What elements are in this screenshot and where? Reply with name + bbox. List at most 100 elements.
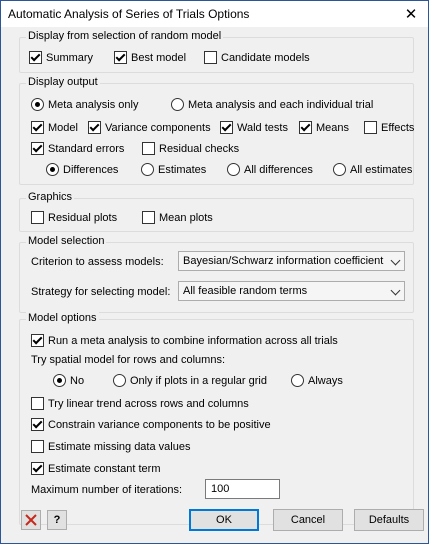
differences-radio[interactable]: Differences bbox=[46, 163, 118, 176]
estimate-constant-checkbox-box[interactable] bbox=[31, 462, 44, 475]
criterion-dropdown[interactable]: Bayesian/Schwarz information coefficient bbox=[178, 251, 405, 271]
wald-tests-label: Wald tests bbox=[237, 121, 288, 134]
max-iterations-label: Maximum number of iterations: bbox=[31, 484, 182, 496]
strategy-label: Strategy for selecting model: bbox=[31, 286, 171, 298]
linear-trend-label: Try linear trend across rows and columns bbox=[48, 397, 249, 410]
help-icon: ? bbox=[53, 514, 61, 526]
means-label: Means bbox=[316, 121, 350, 134]
defaults-button[interactable]: Defaults bbox=[354, 509, 424, 531]
group-title-model-selection: Model selection bbox=[26, 235, 107, 247]
cancel-icon-button[interactable] bbox=[21, 510, 41, 530]
variance-components-checkbox[interactable]: Variance components bbox=[88, 121, 211, 134]
residual-plots-checkbox[interactable]: Residual plots bbox=[31, 211, 117, 224]
differences-radio-dot[interactable] bbox=[46, 163, 59, 176]
residual-plots-checkbox-box[interactable] bbox=[31, 211, 44, 224]
meta-only-radio[interactable]: Meta analysis only bbox=[31, 98, 139, 111]
mean-plots-checkbox-box[interactable] bbox=[142, 211, 155, 224]
constrain-variance-label: Constrain variance components to be posi… bbox=[48, 418, 271, 431]
residual-checks-checkbox-box[interactable] bbox=[142, 142, 155, 155]
standard-errors-label: Standard errors bbox=[48, 142, 125, 155]
residual-checks-checkbox[interactable]: Residual checks bbox=[142, 142, 239, 155]
summary-checkbox[interactable]: Summary bbox=[29, 51, 93, 64]
group-title-display-random: Display from selection of random model bbox=[26, 30, 224, 42]
meta-each-radio-dot[interactable] bbox=[171, 98, 184, 111]
all-estimates-label: All estimates bbox=[350, 163, 413, 176]
best-model-checkbox[interactable]: Best model bbox=[114, 51, 186, 64]
spatial-always-radio[interactable]: Always bbox=[291, 374, 343, 387]
residual-plots-label: Residual plots bbox=[48, 211, 118, 224]
chevron-down-icon bbox=[390, 255, 401, 266]
meta-each-radio[interactable]: Meta analysis and each individual trial bbox=[171, 98, 373, 111]
run-meta-checkbox-box[interactable] bbox=[31, 334, 44, 347]
window-title: Automatic Analysis of Series of Trials O… bbox=[8, 7, 250, 21]
constrain-variance-checkbox[interactable]: Constrain variance components to be posi… bbox=[31, 418, 271, 431]
mean-plots-label: Mean plots bbox=[159, 211, 213, 224]
model-checkbox-box[interactable] bbox=[31, 121, 44, 134]
constrain-variance-checkbox-box[interactable] bbox=[31, 418, 44, 431]
close-icon[interactable]: ✕ bbox=[394, 1, 428, 27]
all-estimates-radio[interactable]: All estimates bbox=[333, 163, 412, 176]
meta-only-label: Meta analysis only bbox=[48, 98, 139, 111]
spatial-no-radio[interactable]: No bbox=[53, 374, 84, 387]
summary-label: Summary bbox=[46, 51, 94, 64]
wald-tests-checkbox-box[interactable] bbox=[220, 121, 233, 134]
mean-plots-checkbox[interactable]: Mean plots bbox=[142, 211, 213, 224]
standard-errors-checkbox-box[interactable] bbox=[31, 142, 44, 155]
title-bar: Automatic Analysis of Series of Trials O… bbox=[1, 1, 428, 27]
ok-label: OK bbox=[216, 514, 232, 526]
summary-checkbox-box[interactable] bbox=[29, 51, 42, 64]
standard-errors-checkbox[interactable]: Standard errors bbox=[31, 142, 124, 155]
max-iterations-value: 100 bbox=[211, 483, 230, 495]
criterion-value: Bayesian/Schwarz information coefficient bbox=[183, 255, 384, 267]
candidate-models-checkbox-box[interactable] bbox=[204, 51, 217, 64]
linear-trend-checkbox[interactable]: Try linear trend across rows and columns bbox=[31, 397, 249, 410]
estimate-missing-checkbox[interactable]: Estimate missing data values bbox=[31, 440, 190, 453]
means-checkbox-box[interactable] bbox=[299, 121, 312, 134]
chevron-down-icon bbox=[390, 285, 401, 296]
effects-checkbox[interactable]: Effects bbox=[364, 121, 414, 134]
help-button[interactable]: ? bbox=[47, 510, 67, 530]
model-label: Model bbox=[48, 121, 78, 134]
all-differences-radio-dot[interactable] bbox=[227, 163, 240, 176]
estimates-radio[interactable]: Estimates bbox=[141, 163, 206, 176]
spatial-no-radio-dot[interactable] bbox=[53, 374, 66, 387]
group-title-model-options: Model options bbox=[26, 312, 99, 324]
options-dialog: Automatic Analysis of Series of Trials O… bbox=[0, 0, 429, 544]
estimate-missing-checkbox-box[interactable] bbox=[31, 440, 44, 453]
model-checkbox[interactable]: Model bbox=[31, 121, 78, 134]
wald-tests-checkbox[interactable]: Wald tests bbox=[220, 121, 288, 134]
spatial-always-radio-dot[interactable] bbox=[291, 374, 304, 387]
all-estimates-radio-dot[interactable] bbox=[333, 163, 346, 176]
run-meta-label: Run a meta analysis to combine informati… bbox=[48, 334, 338, 347]
defaults-label: Defaults bbox=[368, 514, 410, 526]
variance-components-label: Variance components bbox=[105, 121, 211, 134]
spatial-label: Try spatial model for rows and columns: bbox=[31, 354, 225, 366]
effects-checkbox-box[interactable] bbox=[364, 121, 377, 134]
run-meta-checkbox[interactable]: Run a meta analysis to combine informati… bbox=[31, 334, 338, 347]
red-x-icon bbox=[25, 514, 37, 526]
group-title-display-output: Display output bbox=[26, 76, 100, 88]
estimates-radio-dot[interactable] bbox=[141, 163, 154, 176]
linear-trend-checkbox-box[interactable] bbox=[31, 397, 44, 410]
best-model-label: Best model bbox=[131, 51, 187, 64]
group-title-graphics: Graphics bbox=[26, 191, 75, 203]
all-differences-radio[interactable]: All differences bbox=[227, 163, 313, 176]
ok-button[interactable]: OK bbox=[189, 509, 259, 531]
estimate-constant-checkbox[interactable]: Estimate constant term bbox=[31, 462, 161, 475]
estimate-constant-label: Estimate constant term bbox=[48, 462, 161, 475]
strategy-dropdown[interactable]: All feasible random terms bbox=[178, 281, 405, 301]
spatial-regular-radio-dot[interactable] bbox=[113, 374, 126, 387]
meta-each-label: Meta analysis and each individual trial bbox=[188, 98, 374, 111]
variance-components-checkbox-box[interactable] bbox=[88, 121, 101, 134]
spatial-regular-radio[interactable]: Only if plots in a regular grid bbox=[113, 374, 267, 387]
best-model-checkbox-box[interactable] bbox=[114, 51, 127, 64]
candidate-models-checkbox[interactable]: Candidate models bbox=[204, 51, 310, 64]
means-checkbox[interactable]: Means bbox=[299, 121, 349, 134]
estimates-label: Estimates bbox=[158, 163, 207, 176]
max-iterations-field[interactable]: 100 bbox=[205, 479, 280, 499]
estimate-missing-label: Estimate missing data values bbox=[48, 440, 191, 453]
all-differences-label: All differences bbox=[244, 163, 313, 176]
meta-only-radio-dot[interactable] bbox=[31, 98, 44, 111]
cancel-button[interactable]: Cancel bbox=[273, 509, 343, 531]
criterion-label: Criterion to assess models: bbox=[31, 256, 164, 268]
